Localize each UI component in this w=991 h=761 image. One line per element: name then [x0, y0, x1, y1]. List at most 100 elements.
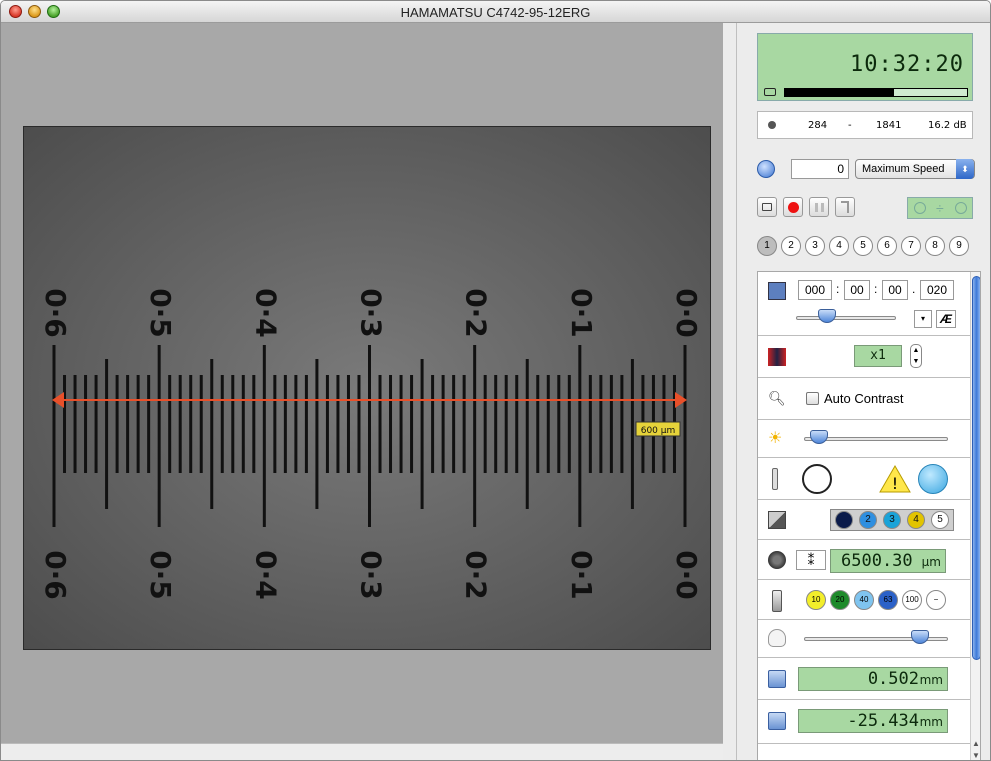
channel-button-8[interactable]: 8	[925, 236, 945, 256]
histogram-dash: -	[848, 120, 852, 131]
binning-stepper[interactable]: ▲ ▼	[910, 344, 922, 368]
camera-icon	[762, 203, 772, 211]
camera-image[interactable]: 0·6 0·5 0·4 0·3 0·2 0·1 0·0 0·6 0·5 0·4 0·3 0·2 0·1…	[23, 126, 711, 650]
binning-value: x1	[854, 345, 902, 367]
focus-mode-button[interactable]: ⁑	[796, 550, 826, 570]
objective-button-10[interactable]: 10	[806, 590, 826, 610]
channel-button-1[interactable]: 1	[757, 236, 777, 256]
channel-button-7[interactable]: 7	[901, 236, 921, 256]
stop-icon	[914, 202, 926, 214]
filter-button-1[interactable]: 1	[835, 511, 853, 529]
stage-x-icon	[768, 670, 786, 688]
disk-progress-bar	[784, 88, 968, 97]
exposure-minutes[interactable]: 00	[844, 280, 870, 300]
stage-y-display: -25.434 mm	[798, 709, 948, 733]
clock-readout: 10:32:20	[850, 52, 964, 77]
filter-buttons: 12345	[830, 509, 954, 531]
auto-contrast-label: Auto Contrast	[824, 391, 904, 406]
filter-button-3[interactable]: 3	[883, 511, 901, 529]
channel-button-6[interactable]: 6	[877, 236, 897, 256]
panel-scrollbar-thumb[interactable]	[972, 276, 980, 660]
scale-label-top: 0·5	[144, 288, 177, 338]
channel-button-9[interactable]: 9	[949, 236, 969, 256]
histogram-min: 284	[808, 120, 828, 131]
image-viewer: 0·6 0·5 0·4 0·3 0·2 0·1 0·0 0·6 0·5 0·4 0·3 0·2 0·1…	[1, 23, 723, 743]
filter-button-4[interactable]: 4	[907, 511, 925, 529]
lamp-slider-knob[interactable]	[911, 630, 930, 644]
channel-button-3[interactable]: 3	[805, 236, 825, 256]
timer-icon	[757, 160, 775, 178]
auto-contrast-checkbox[interactable]	[806, 392, 819, 405]
frame-count-field[interactable]: 0	[791, 159, 849, 179]
binning-section: x1 ▲ ▼	[758, 336, 970, 378]
objective-button-20[interactable]: 20	[830, 590, 850, 610]
scale-label-top: 0·4	[249, 288, 282, 338]
motion-controls[interactable]: ÷	[907, 197, 973, 219]
objective-button-none[interactable]: −	[926, 590, 946, 610]
channel-button-5[interactable]: 5	[853, 236, 873, 256]
snapshot-button[interactable]	[757, 197, 777, 217]
lamp-icon	[768, 629, 786, 647]
brightness-section: ☀	[758, 420, 970, 458]
status-display: 10:32:20	[757, 33, 973, 101]
acquisition-row: 0 Maximum Speed ⬍	[757, 159, 975, 183]
scale-label-bottom: 0·1	[565, 550, 598, 600]
settings-stack: 000 : 00 : 00 . 020 ▾ Æ x1 ▲ ▼ 🔍︎ Auto C…	[757, 271, 981, 760]
pause-icon	[815, 203, 818, 212]
objective-buttons: 10 20 40 63 100−	[806, 590, 952, 610]
magnifier-icon: 🔍︎	[768, 390, 786, 406]
filter-button-2[interactable]: 2	[859, 511, 877, 529]
scale-label-bottom: 0·4	[249, 550, 282, 600]
brightness-slider-knob[interactable]	[810, 430, 829, 444]
exposure-slider-knob[interactable]	[818, 309, 836, 323]
exposure-step-button[interactable]: ▾	[914, 310, 932, 328]
stage-x-unit: mm	[919, 673, 943, 687]
exposure-milliseconds[interactable]: 020	[920, 280, 954, 300]
speed-select-value: Maximum Speed	[862, 163, 945, 175]
channel-button-2[interactable]: 2	[781, 236, 801, 256]
focus-unit: µm	[921, 555, 941, 569]
dynamic-range: 16.2 dB	[928, 120, 967, 131]
scroll-up-arrow[interactable]: ▲	[972, 739, 980, 748]
binning-icon	[768, 348, 786, 366]
exposure-hours[interactable]: 000	[798, 280, 832, 300]
scroll-down-arrow[interactable]: ▼	[972, 751, 980, 760]
speed-select[interactable]: Maximum Speed ⬍	[855, 159, 975, 179]
focus-display: 6500.30 µm	[830, 549, 946, 573]
title-bar: HAMAMATSU C4742-95-12ERG	[1, 1, 990, 23]
exposure-seconds[interactable]: 00	[882, 280, 908, 300]
scale-label-top: 0·3	[355, 288, 388, 338]
chevron-updown-icon: ⬍	[956, 159, 974, 179]
stage-y-value: -25.434	[847, 711, 919, 731]
settings-button[interactable]	[835, 197, 855, 217]
focus-value: 6500.30	[841, 551, 913, 571]
exposure-separator: .	[912, 282, 916, 296]
record-button[interactable]	[783, 197, 803, 217]
objective-button-63[interactable]: 63	[878, 590, 898, 610]
objective-button-40[interactable]: 40	[854, 590, 874, 610]
capture-toolbar: ÷	[757, 197, 975, 221]
filter-button-5[interactable]: 5	[931, 511, 949, 529]
horizontal-scrollbar[interactable]	[1, 743, 723, 760]
panel-scrollbar[interactable]: ▲ ▼	[970, 272, 980, 760]
exposure-section: 000 : 00 : 00 . 020 ▾ Æ	[758, 272, 970, 336]
scale-label-top: 0·2	[460, 288, 493, 338]
exposure-separator: :	[836, 282, 840, 296]
objective-section: 10 20 40 63 100−	[758, 580, 970, 620]
stage-y-unit: mm	[919, 715, 943, 729]
objective-button-100[interactable]: 100	[902, 590, 922, 610]
status-indicators: !	[758, 458, 970, 500]
app-window: HAMAMATSU C4742-95-12ERG 0·6 0·5 0·4 0·3 0·2…	[0, 0, 991, 761]
warning-icon: !	[879, 464, 911, 493]
stage-x-value: 0.502	[867, 669, 919, 689]
thermometer-icon	[772, 468, 778, 490]
focus-knob-icon	[768, 551, 786, 569]
channel-button-4[interactable]: 4	[829, 236, 849, 256]
exposure-slider[interactable]	[796, 316, 896, 320]
pause-button[interactable]	[809, 197, 829, 217]
auto-exposure-button[interactable]: Æ	[936, 310, 956, 328]
sun-icon: ☀	[768, 430, 783, 447]
disk-icon	[764, 88, 776, 96]
channel-selector: 123456789	[757, 236, 975, 258]
scale-label-top: 0·1	[565, 288, 598, 338]
